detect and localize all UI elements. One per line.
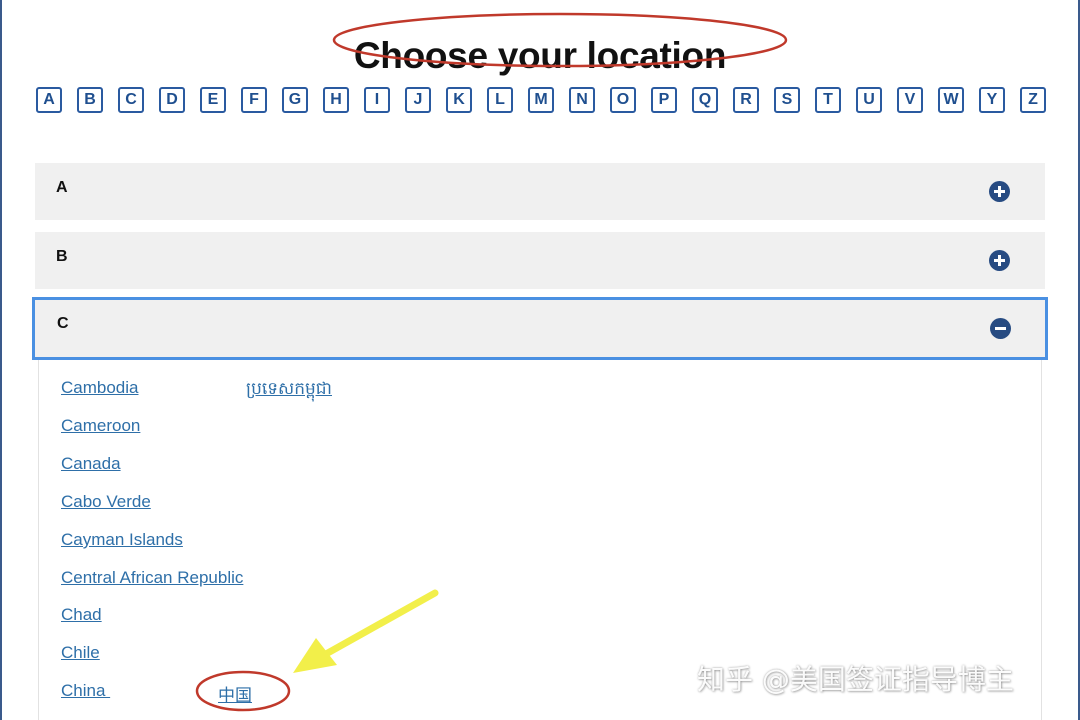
country-link-cayman-islands[interactable]: Cayman Islands [61, 530, 183, 550]
letter-button-s[interactable]: S [774, 87, 800, 113]
letter-button-o[interactable]: O [610, 87, 636, 113]
letter-button-h[interactable]: H [323, 87, 349, 113]
country-link-chad[interactable]: Chad [61, 605, 102, 625]
letter-button-e[interactable]: E [200, 87, 226, 113]
country-row-china: China 中国 [61, 681, 661, 706]
letter-button-y[interactable]: Y [979, 87, 1005, 113]
country-link-cameroon[interactable]: Cameroon [61, 416, 140, 436]
letter-button-q[interactable]: Q [692, 87, 718, 113]
letter-button-u[interactable]: U [856, 87, 882, 113]
country-row-cabo-verde: Cabo Verde [61, 492, 661, 516]
accordion-section-c[interactable]: C [32, 297, 1048, 360]
letter-button-t[interactable]: T [815, 87, 841, 113]
china-red-ellipse-annotation [195, 670, 291, 712]
letter-button-a[interactable]: A [36, 87, 62, 113]
plus-circle-icon[interactable] [989, 181, 1010, 202]
letter-button-f[interactable]: F [241, 87, 267, 113]
country-link-canada[interactable]: Canada [61, 454, 121, 474]
letter-button-g[interactable]: G [282, 87, 308, 113]
country-row-cambodia: Cambodia ប្រទេសកម្ពុជា [61, 378, 661, 402]
letter-button-i[interactable]: I [364, 87, 390, 113]
yellow-arrow-annotation [293, 589, 439, 673]
letter-button-l[interactable]: L [487, 87, 513, 113]
letter-button-b[interactable]: B [77, 87, 103, 113]
title-red-ellipse-annotation [332, 12, 788, 68]
left-page-edge [0, 0, 2, 720]
letter-button-r[interactable]: R [733, 87, 759, 113]
location-page: Choose your location A B C D E F G H I J… [0, 0, 1080, 720]
section-label-a: A [56, 179, 68, 196]
letter-button-j[interactable]: J [405, 87, 431, 113]
section-label-b: B [56, 248, 68, 265]
zhihu-watermark: 知乎 @美国签证指导博主 [697, 663, 1014, 696]
letter-button-w[interactable]: W [938, 87, 964, 113]
letter-button-z[interactable]: Z [1020, 87, 1046, 113]
country-link-china[interactable]: China [61, 681, 110, 701]
country-link-cabo-verde[interactable]: Cabo Verde [61, 492, 151, 512]
country-row-canada: Canada [61, 454, 661, 478]
country-row-cayman-islands: Cayman Islands [61, 530, 661, 554]
letter-button-p[interactable]: P [651, 87, 677, 113]
letter-button-c[interactable]: C [118, 87, 144, 113]
letter-button-k[interactable]: K [446, 87, 472, 113]
country-link-cambodia[interactable]: Cambodia [61, 378, 139, 398]
accordion-section-a[interactable]: A [35, 163, 1045, 220]
accordion-section-b[interactable]: B [35, 232, 1045, 289]
alphabet-navigation: A B C D E F G H I J K L M N O P Q R S T … [36, 87, 1046, 119]
country-link-chile[interactable]: Chile [61, 643, 100, 663]
letter-button-n[interactable]: N [569, 87, 595, 113]
section-label-c: C [57, 315, 69, 332]
country-link-central-african-republic[interactable]: Central African Republic [61, 568, 243, 588]
letter-button-v[interactable]: V [897, 87, 923, 113]
country-row-cameroon: Cameroon [61, 416, 661, 440]
plus-circle-icon[interactable] [989, 250, 1010, 271]
minus-circle-icon[interactable] [990, 318, 1011, 339]
letter-button-m[interactable]: M [528, 87, 554, 113]
letter-button-d[interactable]: D [159, 87, 185, 113]
native-link-cambodia[interactable]: ប្រទេសកម្ពុជា [246, 378, 332, 403]
